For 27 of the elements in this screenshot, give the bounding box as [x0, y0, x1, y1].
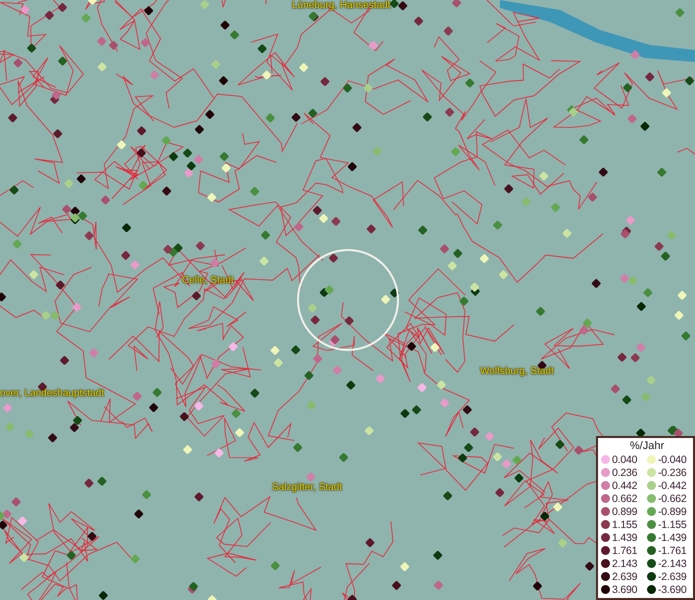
legend-label: 2.639 [612, 570, 638, 582]
legend-label: -3.690 [658, 584, 687, 596]
legend-label: 0.236 [612, 466, 638, 478]
selection-circle[interactable] [297, 249, 399, 351]
legend-label: -1.761 [658, 544, 687, 556]
legend-label: -0.040 [658, 454, 687, 466]
legend-title: %/Jahr [628, 440, 666, 453]
legend-label: 3.690 [612, 584, 638, 596]
legend-label: -1.439 [658, 532, 687, 544]
legend-label: 0.442 [612, 480, 638, 492]
legend-label: 0.040 [612, 454, 638, 466]
legend-label: 0.662 [612, 492, 638, 504]
legend-label: -0.899 [658, 506, 687, 518]
legend-label: 1.439 [612, 532, 638, 544]
legend-label: 1.155 [612, 518, 638, 530]
legend-label: 1.761 [612, 544, 638, 556]
legend-label: -0.662 [658, 492, 687, 504]
place-label: Wolfsburg, Stadt [480, 366, 554, 378]
legend-label: 2.143 [612, 558, 638, 570]
legend-label: -0.442 [658, 480, 687, 492]
legend-label: 0.899 [612, 506, 638, 518]
legend-label: -2.639 [658, 570, 687, 582]
place-label: over, Landeshauptstadt [0, 388, 104, 400]
legend-label: -2.143 [658, 558, 687, 570]
legend-label: -0.236 [658, 466, 687, 478]
place-label: Salzgitter, Stadt [272, 482, 342, 494]
legend-label: -1.155 [658, 518, 687, 530]
